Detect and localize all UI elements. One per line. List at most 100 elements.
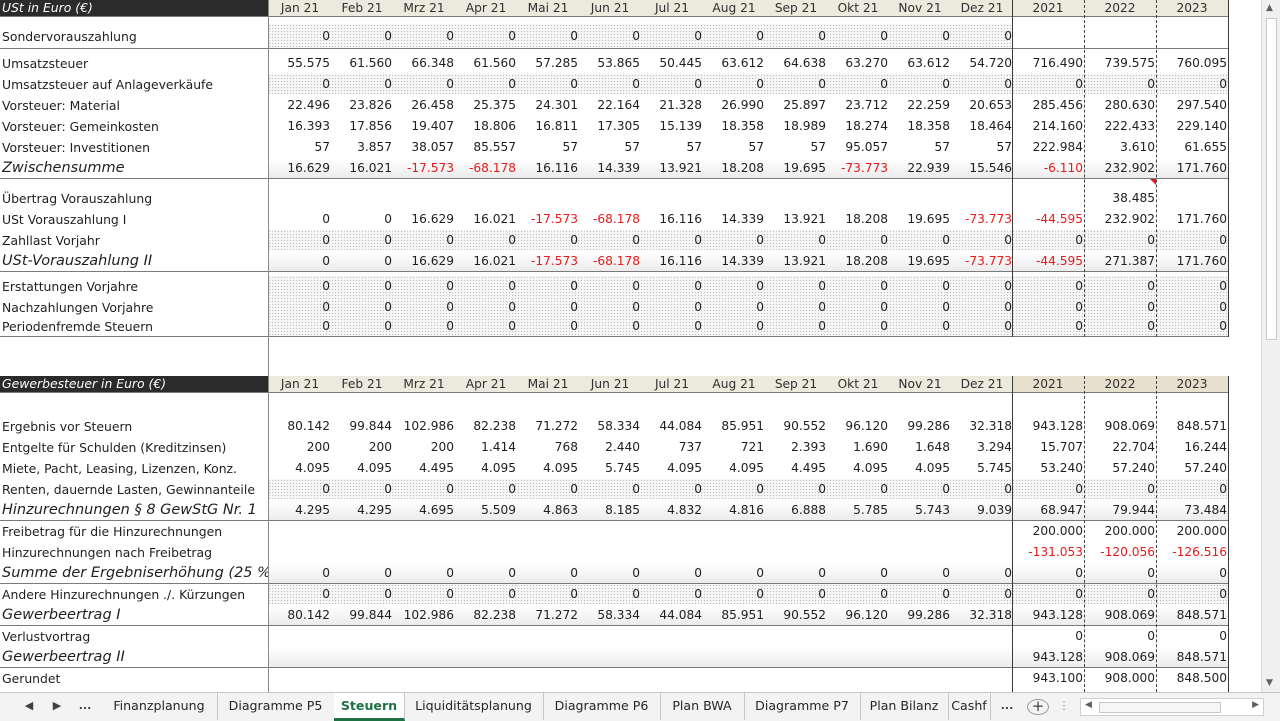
value-cell[interactable]: 22.496 (270, 95, 330, 116)
year-value-cell[interactable]: 0 (1085, 297, 1155, 318)
value-cell[interactable] (394, 647, 454, 668)
row-label[interactable]: Freibetrag für die Hinzurechnungen (2, 521, 268, 542)
value-cell[interactable]: 0 (270, 297, 330, 318)
value-cell[interactable]: 22.164 (580, 95, 640, 116)
month-header[interactable]: Sep 21 (766, 376, 826, 392)
value-cell[interactable]: 0 (394, 316, 454, 337)
value-cell[interactable]: 17.305 (580, 116, 640, 137)
value-cell[interactable]: 3.857 (332, 137, 392, 158)
value-cell[interactable] (704, 542, 764, 563)
value-cell[interactable]: 4.863 (518, 500, 578, 521)
year-value-cell[interactable]: 0 (1085, 276, 1155, 297)
value-cell[interactable] (952, 542, 1012, 563)
value-cell[interactable]: 0 (580, 230, 640, 251)
value-cell[interactable] (890, 521, 950, 542)
value-cell[interactable]: 0 (642, 276, 702, 297)
value-cell[interactable]: 0 (394, 74, 454, 95)
value-cell[interactable] (952, 521, 1012, 542)
value-cell[interactable] (518, 647, 578, 668)
value-cell[interactable]: 18.208 (828, 251, 888, 272)
value-cell[interactable]: 4.295 (332, 500, 392, 521)
year-value-cell[interactable]: 0 (1085, 479, 1155, 500)
year-value-cell[interactable] (1157, 26, 1227, 47)
year-header[interactable]: 2022 (1085, 376, 1155, 392)
value-cell[interactable]: 0 (394, 479, 454, 500)
year-value-cell[interactable]: -44.595 (1013, 209, 1083, 230)
year-header[interactable]: 2023 (1157, 376, 1227, 392)
value-cell[interactable]: 85.951 (704, 605, 764, 626)
year-value-cell[interactable]: 0 (1157, 584, 1227, 605)
sheet-tab-diagramme-p5[interactable]: Diagramme P5 (217, 693, 335, 720)
value-cell[interactable]: 25.375 (456, 95, 516, 116)
value-cell[interactable]: 50.445 (642, 53, 702, 74)
tab-more-left-button[interactable]: ... (76, 697, 94, 715)
value-cell[interactable]: 0 (270, 584, 330, 605)
value-cell[interactable] (580, 542, 640, 563)
value-cell[interactable]: 0 (332, 26, 392, 47)
value-cell[interactable]: 0 (952, 297, 1012, 318)
value-cell[interactable]: 0 (952, 26, 1012, 47)
value-cell[interactable]: 102.986 (394, 416, 454, 437)
value-cell[interactable] (766, 521, 826, 542)
value-cell[interactable]: 0 (456, 563, 516, 584)
value-cell[interactable]: 0 (518, 230, 578, 251)
year-value-cell[interactable]: 908.069 (1085, 605, 1155, 626)
spreadsheet-grid[interactable]: USt in Euro (€) Jan 21 Feb 21 Mrz 21 Apr 21 M… (0, 0, 1262, 692)
row-label[interactable]: Gewerbeertrag I (2, 605, 268, 626)
value-cell[interactable] (642, 647, 702, 668)
value-cell[interactable]: 0 (952, 584, 1012, 605)
value-cell[interactable]: 1.648 (890, 437, 950, 458)
value-cell[interactable]: 0 (456, 276, 516, 297)
vertical-scroll-thumb[interactable] (1266, 18, 1277, 340)
year-value-cell[interactable]: 943.128 (1013, 605, 1083, 626)
value-cell[interactable]: 0 (890, 297, 950, 318)
value-cell[interactable]: 96.120 (828, 416, 888, 437)
month-header[interactable]: Okt 21 (828, 376, 888, 392)
value-cell[interactable]: 0 (642, 297, 702, 318)
value-cell[interactable]: 0 (270, 209, 330, 230)
row-label[interactable]: Ergebnis vor Steuern (2, 416, 268, 437)
value-cell[interactable] (332, 188, 392, 209)
month-header[interactable]: Feb 21 (332, 0, 392, 16)
value-cell[interactable]: 58.334 (580, 605, 640, 626)
year-value-cell[interactable]: 200.000 (1013, 521, 1083, 542)
year-value-cell[interactable]: 716.490 (1013, 53, 1083, 74)
month-header[interactable]: Nov 21 (890, 376, 950, 392)
value-cell[interactable] (766, 668, 826, 689)
value-cell[interactable]: 0 (456, 297, 516, 318)
value-cell[interactable]: 0 (456, 479, 516, 500)
value-cell[interactable]: 16.629 (394, 251, 454, 272)
value-cell[interactable]: 18.208 (828, 209, 888, 230)
year-value-cell[interactable]: 15.707 (1013, 437, 1083, 458)
month-header[interactable]: Jan 21 (270, 376, 330, 392)
value-cell[interactable]: 61.560 (456, 53, 516, 74)
tab-scroll-left-icon[interactable]: ◀ (20, 697, 38, 715)
value-cell[interactable]: 18.208 (704, 158, 764, 179)
value-cell[interactable]: 63.270 (828, 53, 888, 74)
value-cell[interactable]: 0 (828, 563, 888, 584)
year-value-cell[interactable]: 0 (1013, 230, 1083, 251)
value-cell[interactable] (890, 668, 950, 689)
value-cell[interactable]: 0 (518, 26, 578, 47)
value-cell[interactable]: 4.095 (828, 458, 888, 479)
value-cell[interactable] (270, 626, 330, 647)
value-cell[interactable]: 44.084 (642, 416, 702, 437)
value-cell[interactable]: 63.612 (704, 53, 764, 74)
month-header[interactable]: Jun 21 (580, 0, 640, 16)
value-cell[interactable]: 4.816 (704, 500, 764, 521)
year-value-cell[interactable]: -6.110 (1013, 158, 1083, 179)
vertical-scrollbar[interactable]: ▲ ▼ (1261, 0, 1280, 692)
value-cell[interactable]: 721 (704, 437, 764, 458)
year-value-cell[interactable] (1013, 26, 1083, 47)
value-cell[interactable]: 0 (828, 230, 888, 251)
value-cell[interactable]: 1.690 (828, 437, 888, 458)
value-cell[interactable]: 0 (332, 297, 392, 318)
value-cell[interactable]: 0 (518, 297, 578, 318)
year-value-cell[interactable]: 232.902 (1085, 209, 1155, 230)
value-cell[interactable] (332, 626, 392, 647)
value-cell[interactable]: 0 (332, 584, 392, 605)
value-cell[interactable] (518, 668, 578, 689)
value-cell[interactable]: 0 (642, 74, 702, 95)
year-value-cell[interactable]: 16.244 (1157, 437, 1227, 458)
month-header[interactable]: Apr 21 (456, 376, 516, 392)
